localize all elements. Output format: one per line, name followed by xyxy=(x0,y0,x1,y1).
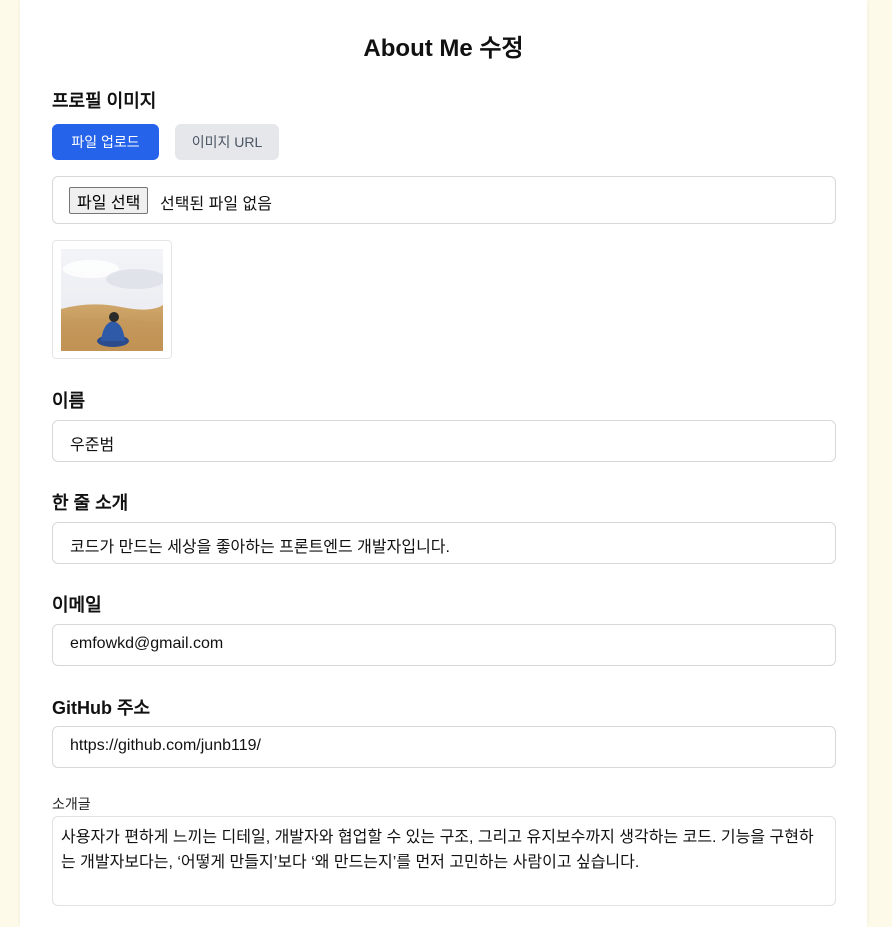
tagline-label: 한 줄 소개 xyxy=(52,493,129,513)
file-upload-tab[interactable]: 파일 업로드 xyxy=(52,124,159,160)
image-url-tab[interactable]: 이미지 URL xyxy=(175,124,279,160)
email-label: 이메일 xyxy=(52,595,102,615)
tagline-value: 코드가 만드는 세상을 좋아하는 프론트엔드 개발자입니다. xyxy=(70,539,450,556)
file-input[interactable]: 파일 선택 선택된 파일 없음 xyxy=(52,176,836,224)
name-input[interactable]: 우준범 xyxy=(52,420,836,462)
name-value: 우준범 xyxy=(70,437,115,454)
profile-image-label: 프로필 이미지 xyxy=(52,91,157,111)
intro-label: 소개글 xyxy=(52,796,91,812)
github-label: GitHub 주소 xyxy=(52,698,151,718)
choose-file-button[interactable]: 파일 선택 xyxy=(69,187,149,214)
profile-photo xyxy=(61,249,163,351)
email-value: emfowkd@gmail.com xyxy=(70,635,224,652)
tagline-input[interactable]: 코드가 만드는 세상을 좋아하는 프론트엔드 개발자입니다. xyxy=(52,522,836,564)
github-input[interactable]: https://github.com/junb119/ xyxy=(52,726,836,768)
name-label: 이름 xyxy=(52,391,86,411)
edit-form-card: About Me 수정 프로필 이미지 파일 업로드 이미지 URL 파일 선택… xyxy=(20,0,867,927)
github-value: https://github.com/junb119/ xyxy=(70,737,261,754)
page-title: About Me 수정 xyxy=(363,35,524,62)
intro-textarea[interactable]: 사용자가 편하게 느끼는 디테일, 개발자와 협업할 수 있는 구조, 그리고 … xyxy=(52,816,836,906)
file-status-text: 선택된 파일 없음 xyxy=(160,196,272,213)
email-input[interactable]: emfowkd@gmail.com xyxy=(52,624,836,666)
profile-image-preview xyxy=(52,240,172,359)
